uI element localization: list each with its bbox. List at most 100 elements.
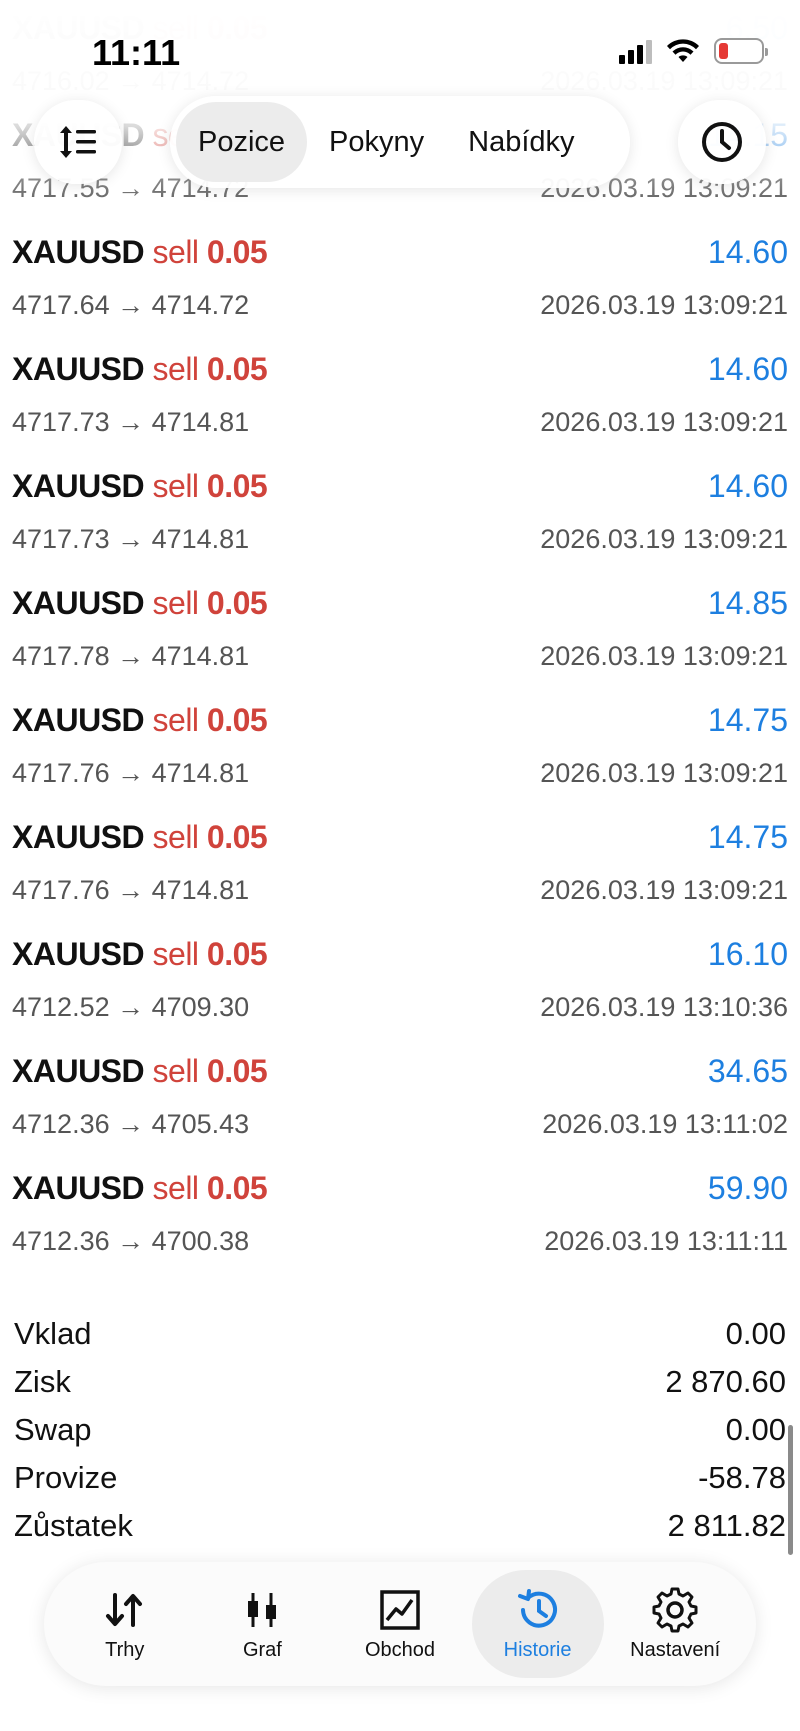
deal-title: XAUUSD sell 0.05 xyxy=(12,819,268,856)
tab-pozice[interactable]: Pozice xyxy=(176,102,308,182)
status-time: 11:11 xyxy=(92,32,181,73)
deal-row[interactable]: XAUUSD sell 0.05 14.60 4717.73 → 4714.81 20… xyxy=(0,454,800,571)
history-summary: Vklad 0.00 Zisk 2 870.60 Swap 0.00 Provize -58.… xyxy=(0,1310,800,1550)
summary-value: 2 870.60 xyxy=(665,1364,786,1399)
tabbar-item-obchod[interactable]: Obchod xyxy=(334,1570,466,1678)
tabbar-label: Trhy xyxy=(105,1638,145,1661)
deal-row[interactable]: XAUUSD sell 0.05 14.60 4717.64 → 4714.72 20… xyxy=(0,220,800,337)
deal-row[interactable]: XAUUSD sell 0.05 14.60 4717.73 → 4714.81 20… xyxy=(0,337,800,454)
deal-prices: 4717.76 → 4714.81 xyxy=(12,758,250,788)
deal-profit: 14.60 xyxy=(707,468,788,504)
deal-title: XAUUSD sell 0.05 xyxy=(12,702,268,739)
deal-side: sell xyxy=(152,702,200,738)
tabbar-item-nastavení[interactable]: Nastavení xyxy=(609,1570,741,1678)
deal-row[interactable]: XAUUSD sell 0.05 14.85 4717.78 → 4714.81 20… xyxy=(0,571,800,688)
summary-label: Zůstatek xyxy=(14,1508,133,1543)
trade-chart-icon xyxy=(377,1587,423,1633)
deal-row[interactable]: XAUUSD sell 0.05 59.90 4712.36 → 4700.38 20… xyxy=(0,1156,800,1273)
clock-icon xyxy=(702,122,742,162)
deal-side: sell xyxy=(152,351,200,387)
cellular-signal-icon xyxy=(619,38,652,64)
deal-side: sell xyxy=(152,819,200,855)
deal-volume: 0.05 xyxy=(206,1170,268,1206)
deal-prices: 4712.36 → 4705.43 xyxy=(12,1109,250,1139)
deal-row[interactable]: XAUUSD sell 0.05 14.75 4717.76 → 4714.81 20… xyxy=(0,688,800,805)
deal-symbol: XAUUSD xyxy=(12,702,145,738)
tabbar-item-trhy[interactable]: Trhy xyxy=(59,1570,191,1678)
deal-profit: 59.90 xyxy=(707,1170,788,1206)
deal-side: sell xyxy=(152,1053,200,1089)
history-icon xyxy=(515,1587,561,1633)
deal-row[interactable]: XAUUSD sell 0.05 16.10 4712.52 → 4709.30 20… xyxy=(0,922,800,1039)
bottom-tab-bar: Trhy Graf Obchod Historie Nastavení xyxy=(44,1562,756,1686)
sort-button[interactable] xyxy=(34,100,122,184)
deal-title: XAUUSD sell 0.05 xyxy=(12,351,268,388)
summary-label: Zisk xyxy=(14,1364,71,1399)
tabbar-label: Graf xyxy=(242,1638,282,1661)
deal-symbol: XAUUSD xyxy=(12,351,145,387)
deal-time: 2026.03.19 13:09:21 xyxy=(540,758,788,788)
deal-time: 2026.03.19 13:11:11 xyxy=(544,1226,788,1256)
deal-prices: 4717.78 → 4714.81 xyxy=(12,641,250,671)
deal-symbol: XAUUSD xyxy=(12,936,145,972)
deal-volume: 0.05 xyxy=(206,351,268,387)
deal-time: 2026.03.19 13:09:21 xyxy=(540,290,788,320)
deal-volume: 0.05 xyxy=(206,1053,268,1089)
summary-label: Vklad xyxy=(14,1316,92,1351)
deal-side: sell xyxy=(152,1170,200,1206)
deal-volume: 0.05 xyxy=(206,819,268,855)
gear-icon xyxy=(652,1587,698,1633)
deal-profit: 14.75 xyxy=(707,702,788,738)
summary-label: Swap xyxy=(14,1412,92,1447)
deal-volume: 0.05 xyxy=(206,702,268,738)
deal-profit: 14.85 xyxy=(707,585,788,621)
view-segmented-control: Pozice Pokyny Nabídky xyxy=(170,96,630,188)
scrollbar[interactable] xyxy=(788,1425,793,1555)
tabbar-item-graf[interactable]: Graf xyxy=(196,1570,328,1678)
summary-label: Provize xyxy=(14,1460,118,1495)
deal-title: XAUUSD sell 0.05 xyxy=(12,1053,268,1090)
deal-title: XAUUSD sell 0.05 xyxy=(12,1170,268,1207)
tabbar-label: Nastavení xyxy=(630,1638,721,1661)
deal-volume: 0.05 xyxy=(206,10,268,46)
summary-value: 0.00 xyxy=(725,1316,786,1351)
summary-value: 2 811.82 xyxy=(667,1508,786,1543)
deal-row[interactable]: XAUUSD sell 0.05 34.65 4712.36 → 4705.43 20… xyxy=(0,1039,800,1156)
tab-pokyny[interactable]: Pokyny xyxy=(307,102,446,182)
deal-prices: 4712.36 → 4700.38 xyxy=(12,1226,250,1256)
tabbar-label: Obchod xyxy=(364,1638,436,1661)
deal-time: 2026.03.19 13:09:21 xyxy=(540,641,788,671)
deal-volume: 0.05 xyxy=(206,234,268,270)
deal-profit: 16.10 xyxy=(707,936,788,972)
deal-symbol: XAUUSD xyxy=(12,1053,145,1089)
deal-row[interactable]: XAUUSD sell 0.05 14.75 4717.76 → 4714.81 20… xyxy=(0,805,800,922)
history-period-button[interactable] xyxy=(678,100,766,184)
tab-nabídky[interactable]: Nabídky xyxy=(446,102,596,182)
wifi-icon xyxy=(667,39,699,62)
deal-title: XAUUSD sell 0.05 xyxy=(12,585,268,622)
tabbar-item-historie[interactable]: Historie xyxy=(471,1570,604,1678)
deal-prices: 4712.52 → 4709.30 xyxy=(12,992,250,1022)
arrows-updown-icon xyxy=(102,1587,148,1633)
deal-side: sell xyxy=(152,234,200,270)
deal-time: 2026.03.19 13:09:21 xyxy=(540,524,788,554)
summary-row-zisk: Zisk 2 870.60 xyxy=(0,1358,800,1406)
deal-title: XAUUSD sell 0.05 xyxy=(12,468,268,505)
deal-profit: 14.60 xyxy=(707,234,788,270)
status-icons xyxy=(619,36,768,66)
deal-prices: 4717.73 → 4714.81 xyxy=(12,524,250,554)
deal-prices: 4717.73 → 4714.81 xyxy=(12,407,250,437)
deal-symbol: XAUUSD xyxy=(12,468,145,504)
summary-row-vklad: Vklad 0.00 xyxy=(0,1310,800,1358)
summary-row-zůstatek: Zůstatek 2 811.82 xyxy=(0,1502,800,1550)
deal-side: sell xyxy=(152,936,200,972)
deal-symbol: XAUUSD xyxy=(12,234,145,270)
deal-time: 2026.03.19 13:10:36 xyxy=(540,992,788,1022)
deal-side: sell xyxy=(152,585,200,621)
deal-side: sell xyxy=(152,468,200,504)
deal-prices: 4717.76 → 4714.81 xyxy=(12,875,250,905)
deal-symbol: XAUUSD xyxy=(12,585,145,621)
summary-row-provize: Provize -58.78 xyxy=(0,1454,800,1502)
deal-prices: 4717.64 → 4714.72 xyxy=(12,290,250,320)
candlestick-icon xyxy=(239,1587,285,1633)
